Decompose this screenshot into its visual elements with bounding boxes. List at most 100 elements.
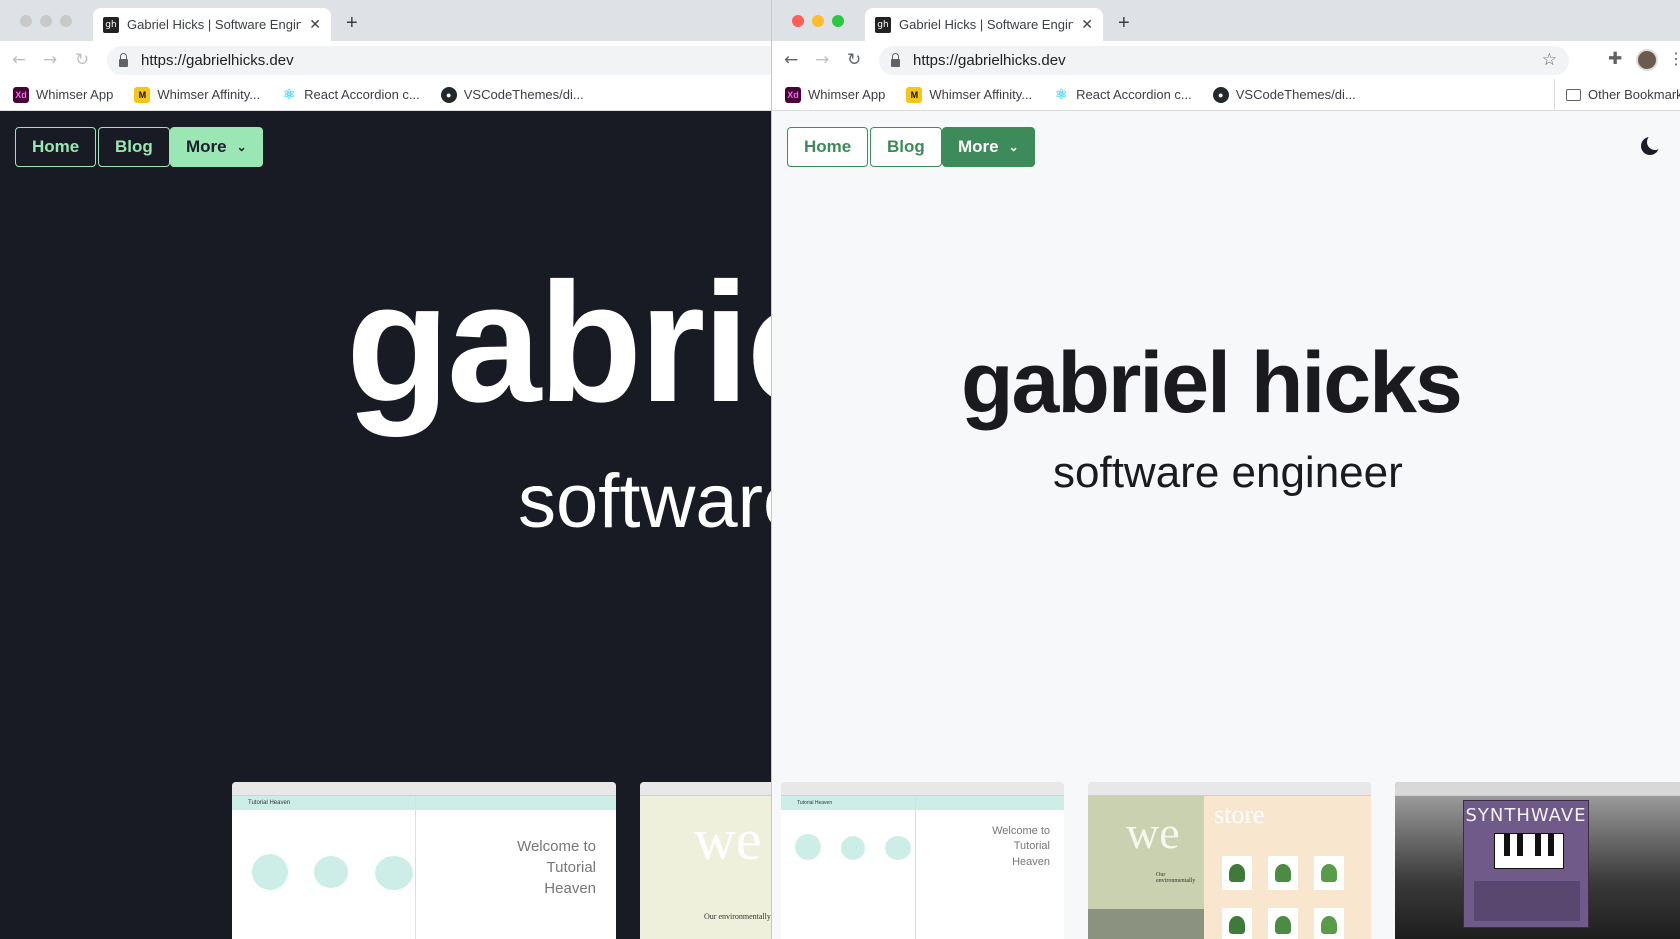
back-arrow-icon[interactable]: ← [12,50,26,70]
new-tab-icon[interactable]: + [1118,12,1130,35]
chevron-down-icon: ⌄ [236,140,247,154]
bookmark-react-accordion[interactable]: ⚛ React Accordion c... [281,86,420,103]
plant-product-card[interactable] [1268,908,1298,939]
plants-hero-text: we [1126,807,1180,858]
more-label: More [186,137,227,156]
more-label: More [958,137,999,156]
project-thumbnail-tutorial-heaven[interactable]: Tutorial Heaven Welcome to Tutorial Heav… [232,782,616,939]
plant-product-card[interactable] [1268,856,1298,890]
nav-blog-button[interactable]: Blog [870,127,942,167]
minimize-window-button[interactable] [40,15,52,27]
project-thumbnail-synthwave[interactable]: SYNTHWAVE [1395,782,1680,939]
miro-icon: M [134,86,151,103]
bookmark-label: React Accordion c... [304,87,420,102]
minimize-window-button[interactable] [812,15,824,27]
bookmark-label: Whimser App [36,87,114,102]
atom-icon [795,834,821,860]
plant-product-card[interactable] [1222,856,1252,890]
close-window-button[interactable] [20,15,32,27]
reload-icon[interactable]: ↻ [75,50,89,70]
extensions-puzzle-icon[interactable]: ✚ [1608,49,1622,69]
bookmark-react-accordion[interactable]: ⚛ React Accordion c... [1053,86,1192,103]
bookmark-vscodethemes[interactable]: ● VSCodeThemes/di... [440,86,584,103]
close-window-button[interactable] [792,15,804,27]
bookmark-label: Other Bookmarks [1588,87,1680,102]
back-arrow-icon[interactable]: ← [784,50,798,70]
project-thumbnail-plants[interactable]: we Our environmentally [640,782,772,939]
browser-tab[interactable]: gh Gabriel Hicks | Software Engineer ✕ [93,8,331,41]
bookmark-whimser-affinity[interactable]: M Whimser Affinity... [134,86,261,103]
plants-store-text: store [1214,800,1265,829]
piano-keyboard[interactable] [1494,833,1564,869]
plant-product-card[interactable] [1222,908,1252,939]
bookmark-whimser-app[interactable]: Xd Whimser App [785,86,886,103]
bookmark-label: Whimser App [808,87,886,102]
tab-title: Gabriel Hicks | Software Engineer [127,17,302,32]
url-text: https://gabrielhicks.dev [141,52,294,69]
nav-more-button[interactable]: More ⌄ [170,127,263,167]
plants-tagline: Our environmentally [704,912,771,921]
zoom-window-button[interactable] [60,15,72,27]
welcome-text: Welcome to Tutorial Heaven [517,838,596,897]
star-bookmark-icon[interactable]: ☆ [1542,50,1557,70]
bookmarks-bar: Xd Whimser App M Whimser Affinity... ⚛ Reac… [772,79,1680,111]
plants-tagline: Our environmentally [1156,872,1196,884]
tutorial-banner: Tutorial Heaven [781,796,915,810]
plant-product-card[interactable] [1314,908,1344,939]
bookmark-vscodethemes[interactable]: ● VSCodeThemes/di... [1212,86,1356,103]
heart-card-icon [314,856,348,888]
project-thumbnail-plants[interactable]: we Our environmentally store [1088,782,1371,939]
plant-product-card[interactable] [1314,856,1344,890]
bookmark-label: Whimser Affinity... [157,87,261,102]
address-bar[interactable]: https://gabrielhicks.dev ☆ [879,46,1569,75]
front-browser-window: gh Gabriel Hicks | Software Engineer ✕ +… [771,0,1680,939]
xd-icon: Xd [785,86,801,103]
project-thumbnail-tutorial-heaven[interactable]: Tutorial Heaven Welcome to Tutorial Heav… [781,782,1064,939]
reload-icon[interactable]: ↻ [847,50,861,70]
plants-hero-text: we [694,807,762,872]
hero-name: gabriel hicks [961,335,1463,431]
menu-kebab-icon[interactable]: ⋮ [1668,49,1680,69]
nav-home-button[interactable]: Home [787,127,869,167]
lock-icon [119,52,128,67]
bookmark-whimser-affinity[interactable]: M Whimser Affinity... [906,86,1033,103]
forward-arrow-icon[interactable]: → [815,50,829,70]
tab-strip: gh Gabriel Hicks | Software Engineer ✕ + [772,0,1680,41]
bookmark-label: Whimser Affinity... [929,87,1033,102]
back-browser-window: gh Gabriel Hicks | Software Engineer ✕ +… [0,0,772,939]
close-tab-icon[interactable]: ✕ [309,16,321,33]
lock-icon [891,52,900,67]
browser-toolbar: ← → ↻ https://gabrielhicks.dev [0,41,772,79]
nav-more-button[interactable]: More ⌄ [942,127,1035,167]
moon-icon[interactable] [1641,134,1663,155]
synthwave-title: SYNTHWAVE [1465,805,1587,826]
nav-blog-button[interactable]: Blog [98,127,170,167]
favicon-icon: gh [103,16,119,33]
browser-toolbar: ← → ↻ https://gabrielhicks.dev ☆ ✚ ⋮ [772,41,1680,79]
scroll-icon [885,836,911,860]
scroll-icon [375,856,413,890]
welcome-text: Welcome to Tutorial Heaven [992,825,1050,868]
bookmark-whimser-app[interactable]: Xd Whimser App [13,86,114,103]
bookmark-label: VSCodeThemes/di... [463,87,584,102]
hero-subtitle: software engineer [1053,448,1403,497]
browser-tab[interactable]: gh Gabriel Hicks | Software Engineer ✕ [865,8,1103,41]
tutorial-banner: Tutorial Heaven [232,796,415,810]
tab-strip: gh Gabriel Hicks | Software Engineer ✕ + [0,0,772,41]
github-icon: ● [440,86,457,103]
profile-avatar[interactable] [1636,49,1658,71]
zoom-window-button[interactable] [832,15,844,27]
address-bar[interactable]: https://gabrielhicks.dev [107,46,772,75]
close-tab-icon[interactable]: ✕ [1081,16,1093,33]
hero-name: gabriel hicks [346,248,772,438]
url-text: https://gabrielhicks.dev [913,52,1066,69]
folder-icon [1566,88,1581,101]
new-tab-icon[interactable]: + [346,12,358,35]
other-bookmarks[interactable]: Other Bookmarks [1566,87,1680,102]
nav-home-button[interactable]: Home [15,127,97,167]
miro-icon: M [906,86,923,103]
chevron-down-icon: ⌄ [1008,140,1019,154]
github-icon: ● [1212,86,1229,103]
forward-arrow-icon[interactable]: → [43,50,57,70]
bookmark-label: React Accordion c... [1076,87,1192,102]
